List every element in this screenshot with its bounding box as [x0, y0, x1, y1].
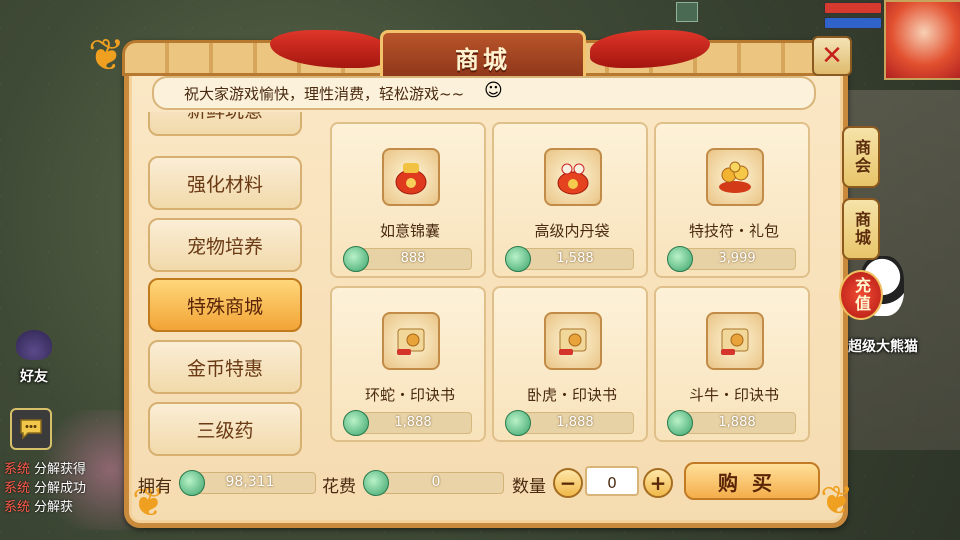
item-name: 特技符・礼包 [688, 222, 779, 240]
scroll-book-icon [544, 312, 602, 370]
item-name: 如意锦囊 [379, 222, 440, 240]
category-label: 宠物培养 [186, 235, 263, 258]
item-price: 1,888 [718, 415, 756, 430]
cost-label: 花费 [322, 477, 356, 497]
category-item[interactable]: 强化材料 [148, 156, 302, 210]
item-card[interactable]: 卧虎・印诀书 1,888 [492, 286, 648, 442]
minimap-icon[interactable] [676, 2, 698, 22]
close-button[interactable]: ✕ [812, 36, 852, 76]
dialog-title: 商城 [455, 45, 511, 74]
price-bar: 1,888 [505, 410, 634, 436]
item-price: 888 [400, 251, 426, 266]
owned-balance-bar: 98,311 [179, 470, 316, 496]
item-name: 环蛇・印诀书 [364, 386, 455, 404]
tab-label: 商城 [852, 211, 871, 247]
pill-bag-icon [544, 148, 602, 206]
friends-label: 好友 [20, 369, 48, 385]
price-bar: 888 [343, 246, 472, 272]
buy-button[interactable]: 购买 [684, 462, 820, 500]
item-grid: 如意锦囊 888 高级内丹袋 1,588 特技符・礼包 3,999 环蛇・印诀书… [330, 122, 814, 452]
increase-quantity-button[interactable]: + [643, 468, 673, 498]
owned-label: 拥有 [138, 477, 172, 497]
scroll-book-icon [706, 312, 764, 370]
tab-label: 商会 [852, 139, 871, 175]
mascot-icon: ☺ [484, 80, 503, 101]
tab-label: 充值 [852, 277, 871, 313]
quantity-label: 数量 [512, 477, 546, 497]
owned-value: 98,311 [225, 474, 275, 490]
mp-bar [824, 17, 882, 29]
price-bar: 1,888 [667, 410, 796, 436]
friends-button[interactable]: 好友 [6, 330, 62, 388]
cost-value: 0 [431, 474, 441, 490]
decrease-quantity-button[interactable]: − [553, 468, 583, 498]
category-label: 金币特惠 [186, 357, 263, 380]
player-status-bars [824, 2, 882, 32]
chat-text: 分解成功 [34, 481, 87, 496]
category-label: 三级药 [196, 419, 254, 442]
tab-mall[interactable]: 商城 [842, 198, 880, 260]
close-icon: ✕ [821, 41, 843, 71]
price-bar: 3,999 [667, 246, 796, 272]
price-bar: 1,588 [505, 246, 634, 272]
plus-icon: + [649, 471, 667, 495]
maple-leaf-icon: ❦ [88, 30, 125, 81]
item-card[interactable]: 环蛇・印诀书 1,888 [330, 286, 486, 442]
lucky-bag-icon [382, 148, 440, 206]
chat-line: 系统 分解成功 [4, 479, 124, 498]
category-item-active[interactable]: 特殊商城 [148, 278, 302, 332]
cost-bar: 0 [363, 470, 504, 496]
chat-line: 系统 分解获 [4, 498, 124, 517]
category-label: 新鲜玩意 [187, 112, 263, 123]
category-label: 强化材料 [186, 173, 263, 196]
category-item[interactable]: 宠物培养 [148, 218, 302, 272]
maple-leaf-icon: ❦ [820, 478, 854, 524]
notice-bar: 祝大家游戏愉快，理性消费，轻松游戏~~ ☺ [152, 76, 816, 110]
buy-label: 购买 [718, 470, 786, 495]
item-price: 3,999 [718, 251, 756, 266]
minus-icon: − [559, 471, 577, 495]
price-bar: 1,888 [343, 410, 472, 436]
chat-tag: 系统 [4, 481, 31, 496]
wizard-hat-icon [16, 330, 52, 360]
tab-guild-shop[interactable]: 商会 [842, 126, 880, 188]
notice-text: 祝大家游戏愉快，理性消费，轻松游戏~~ [184, 85, 465, 103]
category-item[interactable]: 金币特惠 [148, 340, 302, 394]
category-item[interactable]: 新鲜玩意 [148, 112, 302, 136]
item-price: 1,888 [556, 415, 594, 430]
chat-tag: 系统 [4, 462, 31, 477]
tab-recharge[interactable]: 充值 [839, 270, 883, 320]
scroll-book-icon [382, 312, 440, 370]
chat-button[interactable] [10, 408, 52, 450]
chat-line: 系统 分解获得 [4, 460, 124, 479]
player-avatar[interactable] [884, 0, 960, 80]
category-list[interactable]: 新鲜玩意 强化材料 宠物培养 特殊商城 金币特惠 三级药 [148, 112, 306, 460]
category-item[interactable]: 三级药 [148, 402, 302, 456]
item-name: 斗牛・印诀书 [688, 386, 779, 404]
panda-name-label: 超级大熊猫 [848, 339, 918, 355]
gift-pack-icon [706, 148, 764, 206]
item-price: 1,888 [394, 415, 432, 430]
chat-bubble-icon [20, 419, 42, 440]
item-card[interactable]: 特技符・礼包 3,999 [654, 122, 810, 278]
item-card[interactable]: 斗牛・印诀书 1,888 [654, 286, 810, 442]
chat-text: 分解获 [34, 500, 74, 515]
chat-tag: 系统 [4, 500, 31, 515]
item-name: 高级内丹袋 [534, 222, 610, 240]
hp-bar [824, 2, 882, 14]
quantity-input[interactable]: 0 [585, 466, 639, 496]
item-card[interactable]: 如意锦囊 888 [330, 122, 486, 278]
category-label: 特殊商城 [186, 295, 263, 318]
chat-text: 分解获得 [34, 462, 87, 477]
item-price: 1,588 [556, 251, 594, 266]
item-name: 卧虎・印诀书 [526, 386, 617, 404]
item-card[interactable]: 高级内丹袋 1,588 [492, 122, 648, 278]
chat-log: 系统 分解获得 系统 分解成功 系统 分解获 [4, 460, 124, 517]
